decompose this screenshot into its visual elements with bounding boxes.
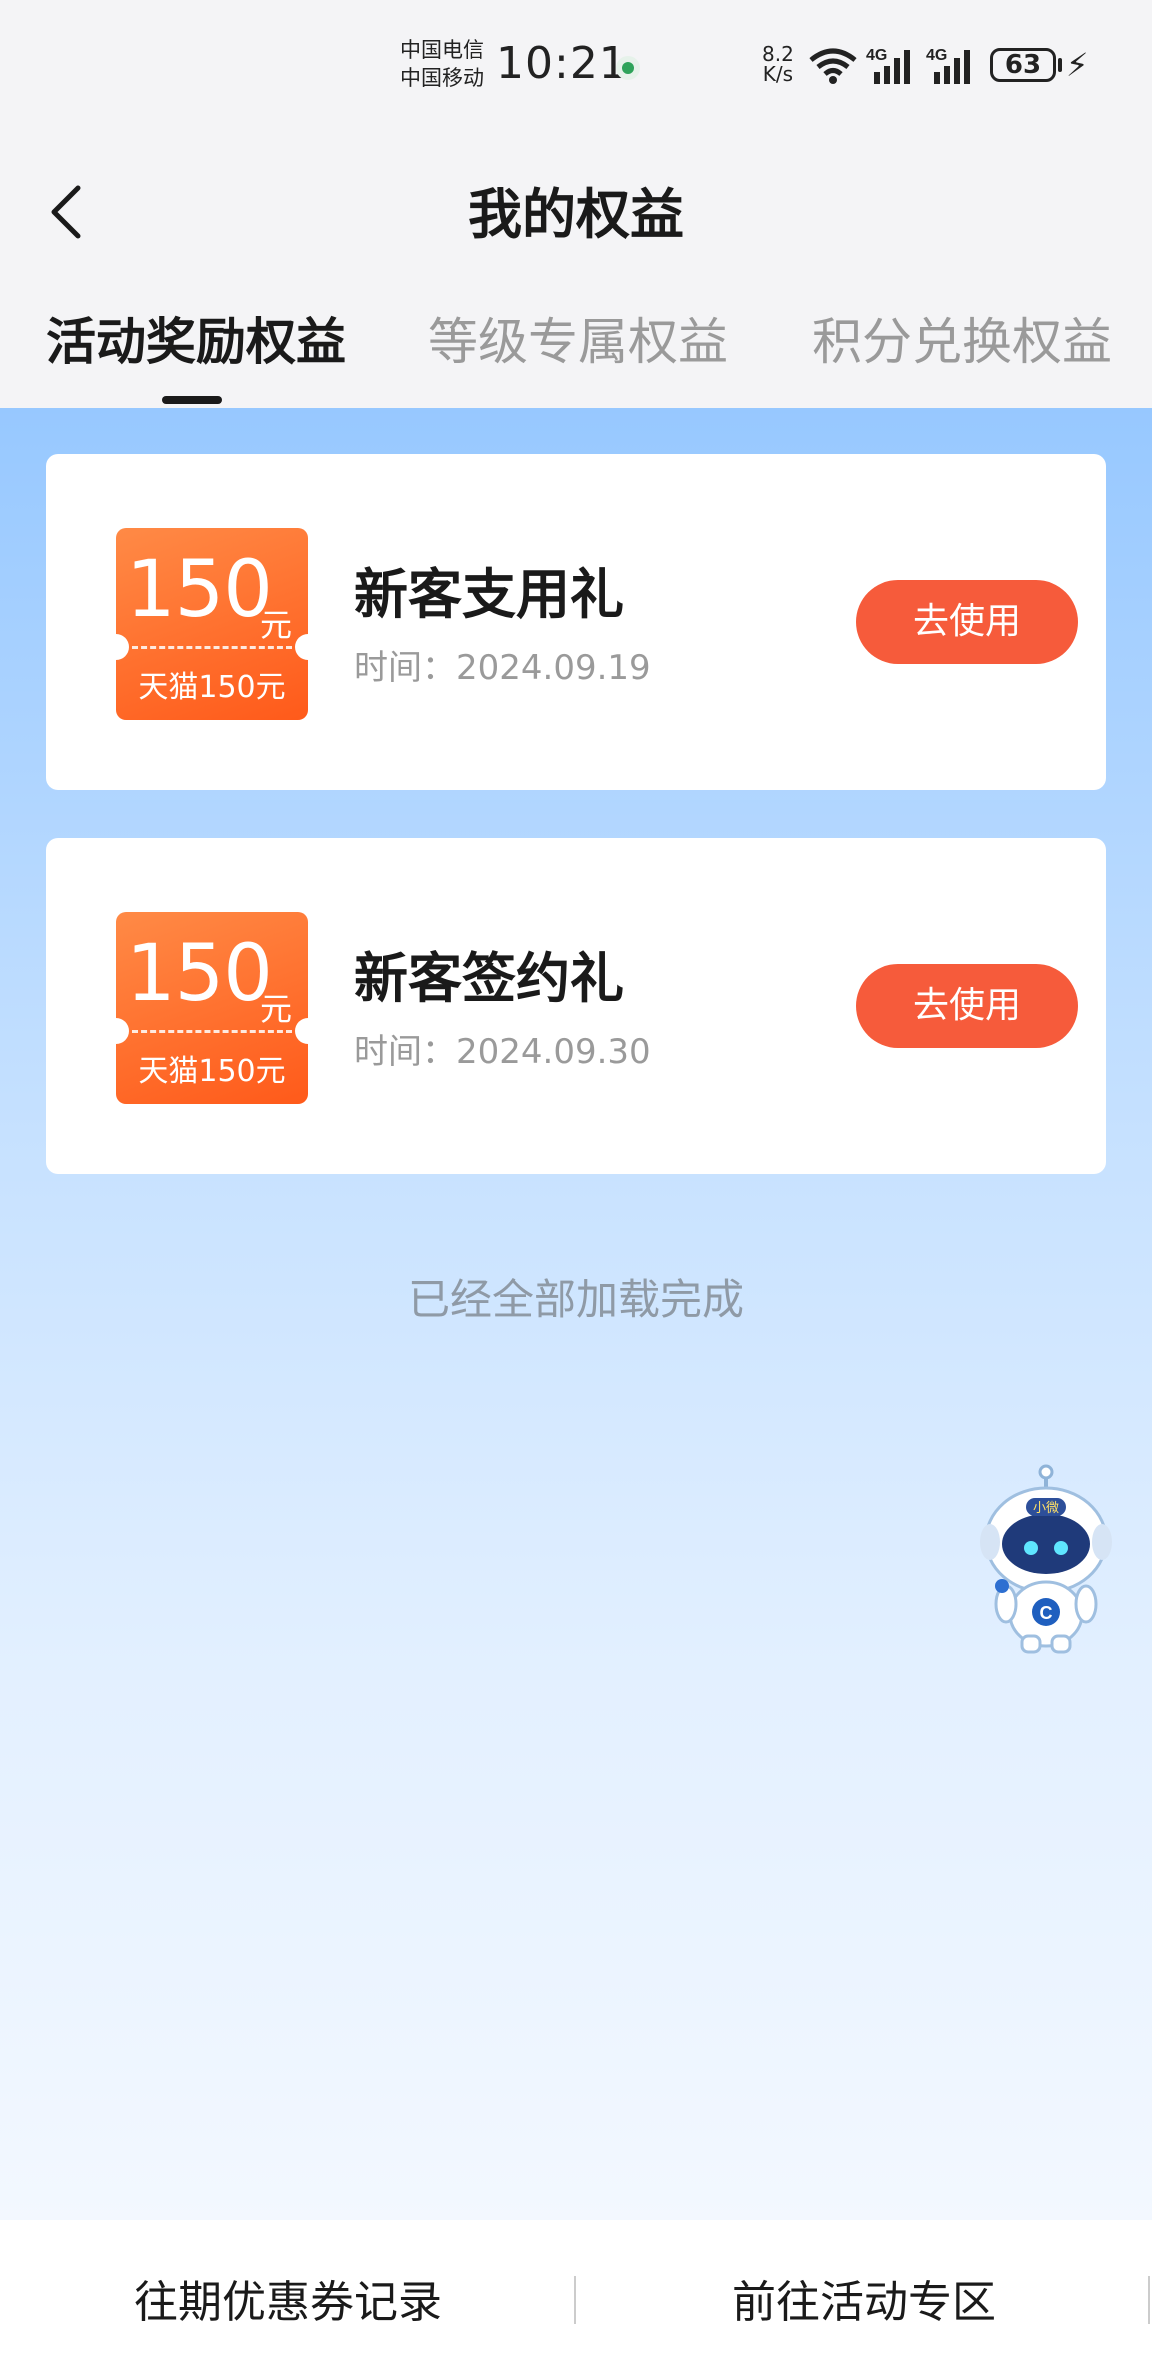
network-speed-value: 8.2 bbox=[762, 42, 794, 66]
signal-icon-2: 4G bbox=[926, 44, 982, 92]
status-time: 10:21 bbox=[496, 38, 628, 89]
coupon-divider bbox=[132, 1030, 292, 1033]
page-title: 我的权益 bbox=[468, 183, 684, 246]
coupon-unit: 元 bbox=[260, 606, 293, 644]
battery-level: 63 bbox=[990, 48, 1056, 82]
network-type-2: 4G bbox=[926, 47, 947, 64]
activity-zone-link[interactable]: 前往活动专区 bbox=[576, 2266, 1152, 2330]
status-bar: 中国电信 中国移动 10:21 8.2 K/s 4G 4G 63 ⚡ bbox=[0, 0, 1152, 130]
benefit-card: 150 元 天猫150元 新客支用礼 时间：2024.09.19 去使用 bbox=[46, 454, 1106, 790]
robot-assistant-icon[interactable]: 小微 C bbox=[976, 1464, 1116, 1654]
carrier-labels: 中国电信 中国移动 bbox=[400, 36, 484, 92]
use-button[interactable]: 去使用 bbox=[856, 580, 1078, 664]
coupon-description: 天猫150元 bbox=[138, 670, 286, 705]
coupon-description: 天猫150元 bbox=[138, 1054, 286, 1089]
network-speed: 8.2 K/s bbox=[762, 44, 794, 84]
coupon-notch bbox=[116, 1018, 129, 1044]
header: 我的权益 bbox=[0, 130, 1152, 280]
coupon-history-link[interactable]: 往期优惠券记录 bbox=[0, 2266, 576, 2330]
app-notification-icon bbox=[616, 56, 640, 80]
all-loaded-text: 已经全部加载完成 bbox=[407, 1275, 744, 1324]
coupon-notch bbox=[116, 634, 129, 660]
network-speed-unit: K/s bbox=[762, 62, 794, 86]
charging-icon: ⚡ bbox=[1066, 46, 1089, 84]
network-type-1: 4G bbox=[866, 47, 887, 64]
battery-tip bbox=[1058, 58, 1062, 72]
robot-badge: 小微 bbox=[1033, 1501, 1059, 1516]
benefit-title: 新客签约礼 bbox=[354, 947, 624, 1010]
use-button[interactable]: 去使用 bbox=[856, 964, 1078, 1048]
wifi-icon bbox=[809, 48, 857, 84]
signal-icon-1: 4G bbox=[866, 44, 922, 92]
coupon-amount: 150 bbox=[126, 545, 273, 635]
coupon-badge: 150 元 天猫150元 bbox=[116, 912, 308, 1104]
benefits-list: 150 元 天猫150元 新客支用礼 时间：2024.09.19 去使用 150… bbox=[0, 408, 1152, 2220]
tab-activity-rewards[interactable]: 活动奖励权益 bbox=[46, 302, 346, 374]
coupon-badge: 150 元 天猫150元 bbox=[116, 528, 308, 720]
carrier-1: 中国电信 bbox=[400, 38, 484, 62]
tab-indicator bbox=[162, 396, 222, 404]
coupon-divider bbox=[132, 646, 292, 649]
carrier-2: 中国移动 bbox=[400, 66, 484, 90]
svg-text:C: C bbox=[1040, 1603, 1053, 1623]
tab-bar: 活动奖励权益 等级专属权益 积分兑换权益 bbox=[0, 280, 1152, 408]
benefit-card: 150 元 天猫150元 新客签约礼 时间：2024.09.30 去使用 bbox=[46, 838, 1106, 1174]
tab-points-exchange[interactable]: 积分兑换权益 bbox=[812, 302, 1112, 374]
coupon-notch bbox=[295, 634, 308, 660]
tab-level-benefits[interactable]: 等级专属权益 bbox=[428, 302, 728, 374]
bottom-bar: 往期优惠券记录 前往活动专区 bbox=[0, 2220, 1152, 2376]
bottom-divider bbox=[1148, 2276, 1150, 2324]
coupon-amount: 150 bbox=[126, 929, 273, 1019]
coupon-notch bbox=[295, 1018, 308, 1044]
benefit-time: 时间：2024.09.30 bbox=[354, 1032, 651, 1072]
benefit-title: 新客支用礼 bbox=[354, 563, 624, 626]
coupon-unit: 元 bbox=[260, 990, 293, 1028]
benefit-time: 时间：2024.09.19 bbox=[354, 648, 651, 688]
